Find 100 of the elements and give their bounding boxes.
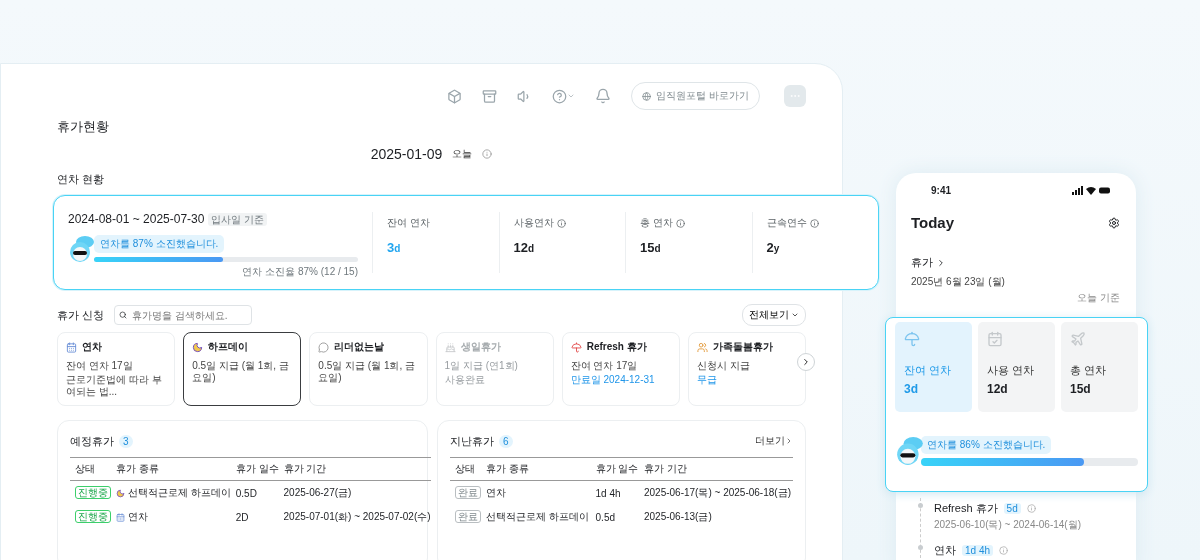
table-cell-text: 2025-06-13(금) bbox=[642, 510, 713, 524]
cake-icon bbox=[444, 341, 456, 353]
stat-tile[interactable]: 총 연차 15d bbox=[1061, 322, 1138, 412]
help-icon[interactable] bbox=[552, 88, 568, 104]
panel-title: 지난휴가 bbox=[450, 433, 494, 449]
people-icon bbox=[696, 341, 708, 353]
caret-icon bbox=[567, 92, 576, 100]
table-cell: 0.5D bbox=[230, 480, 279, 505]
stat-value: 3d bbox=[387, 240, 402, 255]
tile-label: 잔여 연차 bbox=[904, 363, 953, 378]
table-cell: 1d 4h bbox=[590, 480, 639, 505]
card-title: 하프데이 bbox=[208, 340, 249, 354]
stat-label: 총 연차 bbox=[640, 216, 673, 230]
umbrella-icon bbox=[570, 341, 582, 353]
today-label: 오늘 bbox=[452, 147, 473, 161]
more-link[interactable]: 더보기 bbox=[755, 434, 793, 448]
speech-bubble: 연차를 86% 소진했습니다. bbox=[921, 436, 1052, 454]
caret-icon bbox=[791, 311, 799, 319]
column-header: 상태 bbox=[450, 457, 482, 481]
card-text: 무급 bbox=[696, 374, 718, 386]
card-title: 리더없는날 bbox=[334, 340, 385, 354]
half-moon-icon bbox=[192, 341, 204, 353]
half-moon-icon bbox=[116, 488, 125, 498]
leave-type-card[interactable]: 연차 잔여 연차 17일 근로기준법에 따라 부여되는 법... bbox=[57, 332, 176, 406]
bell-icon[interactable] bbox=[595, 88, 612, 104]
calendar-icon bbox=[987, 331, 1003, 347]
tile-value: 12d bbox=[987, 382, 1009, 396]
screen-title: Today bbox=[911, 214, 955, 231]
table-cell: 선택적근로제 하프데이 bbox=[128, 486, 231, 500]
chevron-icon bbox=[785, 437, 793, 445]
leave-type-card[interactable]: Refresh 휴가 잔여 연차 17일 만료일 2024-12-31 bbox=[561, 332, 680, 406]
stat-label: 잔여 연차 bbox=[387, 216, 430, 230]
card-text: 신청시 지급 bbox=[696, 360, 751, 372]
section-title: 휴가 신청 bbox=[57, 307, 105, 323]
info-icon[interactable] bbox=[1026, 504, 1036, 513]
card-text: 0.5일 지급 (월 1회, 금요일) bbox=[192, 360, 290, 384]
column-header: 휴가 기간 bbox=[278, 457, 431, 481]
page-title: 휴가현황 bbox=[57, 118, 110, 136]
basis-tag: 입사일 기준 bbox=[208, 213, 268, 226]
umbrella-icon bbox=[904, 331, 920, 347]
tile-value: 15d bbox=[1070, 382, 1092, 396]
calendar-icon bbox=[66, 341, 77, 353]
tile-value: 3d bbox=[904, 382, 919, 396]
duration-badge: 5d bbox=[1003, 503, 1021, 514]
leave-type-card[interactable]: 하프데이 0.5일 지급 (월 1회, 금요일) bbox=[183, 332, 302, 406]
calendar-icon bbox=[116, 512, 125, 522]
leave-type-card[interactable]: 리더없는날 0.5일 지급 (월 1회, 금요일) bbox=[309, 332, 428, 406]
column-header: 휴가 일수 bbox=[230, 457, 279, 481]
stat-label: 사용연차 bbox=[513, 216, 554, 230]
usage-caption: 연차 소진율 87% (12 / 15) bbox=[241, 265, 358, 279]
stat-value: 12d bbox=[513, 240, 536, 255]
info-icon[interactable] bbox=[482, 149, 493, 159]
chat-bubble-icon bbox=[318, 341, 330, 353]
search-field[interactable]: 휴가명을 검색하세요. bbox=[114, 305, 253, 325]
info-icon[interactable] bbox=[809, 218, 819, 228]
archive-icon[interactable] bbox=[482, 88, 498, 104]
card-text: 사용완료 bbox=[444, 374, 486, 386]
stat-tile[interactable]: 사용 연차 12d bbox=[978, 322, 1055, 412]
card-title: 가족돌봄휴가 bbox=[712, 340, 773, 354]
table-cell: 연차 bbox=[486, 486, 507, 500]
view-all-button[interactable]: 전체보기 bbox=[742, 304, 806, 326]
portal-button[interactable]: 임직원포털 바로가기 bbox=[631, 82, 760, 110]
leave-type-card[interactable]: 가족돌봄휴가 신청시 지급 무급 bbox=[687, 332, 807, 406]
stat-value: 15d bbox=[640, 240, 662, 255]
column-header: 휴가 종류 bbox=[111, 457, 231, 481]
table-cell-text: 2025-07-01(화) ~ 2025-07-02(수) bbox=[282, 510, 431, 524]
status-tag: 진행중 bbox=[75, 510, 111, 523]
settings-icon[interactable] bbox=[1108, 216, 1120, 229]
timeline-title: Refresh 휴가 bbox=[934, 501, 998, 516]
column-header: 휴가 기간 bbox=[638, 457, 793, 481]
status-tag: 완료 bbox=[455, 486, 481, 499]
mascot-drawing bbox=[895, 436, 925, 466]
table-cell: 연차 bbox=[128, 510, 148, 524]
card-text: 잔여 연차 17일 bbox=[66, 360, 134, 372]
tile-label: 총 연차 bbox=[1070, 363, 1108, 378]
stat-value: 2y bbox=[766, 240, 781, 255]
info-icon[interactable] bbox=[675, 218, 685, 228]
count-badge: 3 bbox=[119, 434, 133, 448]
date-text: 2025-01-09 bbox=[370, 146, 443, 162]
globe-icon bbox=[642, 91, 652, 101]
table-cell: 2025-06-17(목) ~ 2025-06-18(금) bbox=[638, 480, 793, 505]
panel-title: 예정휴가 bbox=[70, 433, 114, 449]
count-badge: 6 bbox=[499, 434, 513, 448]
timeline-period: 2025-06-10(목) ~ 2024-06-14(월) bbox=[934, 518, 1083, 532]
table-cell: 선택적근로제 하프데이 bbox=[486, 510, 590, 524]
section-title: 연차 현황 bbox=[57, 172, 106, 187]
clock-text: 9:41 bbox=[931, 185, 951, 196]
info-icon[interactable] bbox=[556, 218, 566, 228]
stat-label: 근속연수 bbox=[766, 216, 807, 230]
search-icon bbox=[119, 311, 128, 319]
card-title: Refresh 휴가 bbox=[586, 340, 647, 354]
section-title: 휴가 bbox=[911, 255, 933, 270]
cube-icon[interactable] bbox=[447, 88, 463, 104]
status-tag: 완료 bbox=[455, 510, 481, 523]
period-text: 2024-08-01 ~ 2025-07-30 bbox=[68, 212, 205, 226]
card-text: 만료일 2024-12-31 bbox=[570, 374, 656, 386]
info-icon[interactable] bbox=[999, 546, 1009, 555]
card-title: 연차 bbox=[82, 340, 102, 354]
column-header: 상태 bbox=[70, 457, 111, 481]
column-header: 휴가 종류 bbox=[481, 457, 591, 481]
